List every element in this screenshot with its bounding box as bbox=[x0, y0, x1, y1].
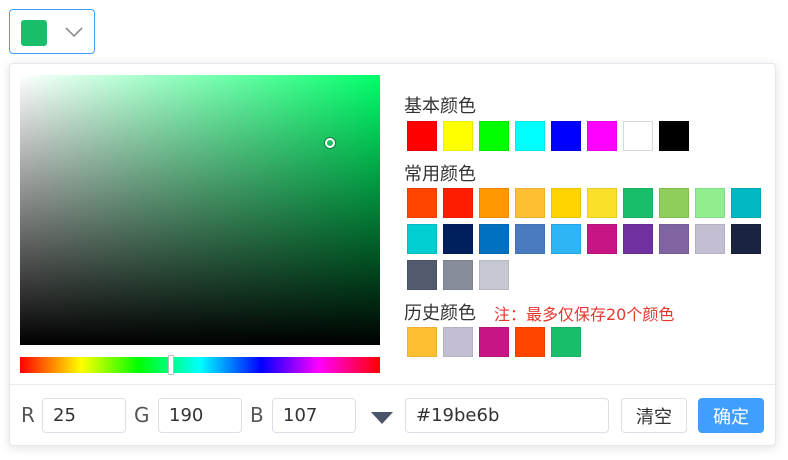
blue-channel-input[interactable] bbox=[272, 398, 356, 433]
common-color-swatch[interactable] bbox=[659, 224, 689, 254]
saturation-value-area[interactable] bbox=[20, 75, 380, 345]
confirm-button[interactable]: 确定 bbox=[698, 398, 764, 433]
common-color-swatch[interactable] bbox=[443, 224, 473, 254]
common-color-swatch[interactable] bbox=[407, 260, 437, 290]
common-color-swatch[interactable] bbox=[623, 188, 653, 218]
common-color-swatch[interactable] bbox=[407, 224, 437, 254]
basic-color-swatch[interactable] bbox=[587, 121, 617, 151]
history-note: 注：最多仅保存20个颜色 bbox=[494, 305, 675, 324]
basic-color-swatch[interactable] bbox=[479, 121, 509, 151]
common-color-swatch[interactable] bbox=[551, 224, 581, 254]
common-color-swatch[interactable] bbox=[695, 224, 725, 254]
color-picker-panel: 基本颜色 常用颜色 历史颜色 注：最多仅保存20个颜色 R G B 清空 确定 bbox=[9, 63, 776, 446]
history-colors-title: 历史颜色 bbox=[404, 303, 476, 324]
clear-button[interactable]: 清空 bbox=[621, 398, 687, 433]
chevron-down-icon bbox=[65, 27, 83, 38]
common-color-swatch[interactable] bbox=[623, 224, 653, 254]
basic-colors-title: 基本颜色 bbox=[404, 96, 476, 117]
history-color-swatch[interactable] bbox=[515, 327, 545, 357]
common-color-swatch[interactable] bbox=[479, 188, 509, 218]
blue-channel-label: B bbox=[250, 403, 264, 427]
basic-color-swatch[interactable] bbox=[659, 121, 689, 151]
hex-color-input[interactable] bbox=[405, 398, 609, 433]
common-color-swatch[interactable] bbox=[731, 224, 761, 254]
common-color-swatch[interactable] bbox=[515, 224, 545, 254]
common-color-swatch[interactable] bbox=[659, 188, 689, 218]
green-channel-label: G bbox=[134, 403, 150, 427]
hue-slider-handle[interactable] bbox=[168, 355, 174, 375]
common-color-swatch[interactable] bbox=[443, 188, 473, 218]
red-channel-label: R bbox=[21, 403, 35, 427]
common-color-swatch[interactable] bbox=[515, 188, 545, 218]
common-color-swatch[interactable] bbox=[443, 260, 473, 290]
green-channel-input[interactable] bbox=[158, 398, 242, 433]
history-color-swatch[interactable] bbox=[443, 327, 473, 357]
basic-color-swatch[interactable] bbox=[443, 121, 473, 151]
saturation-value-cursor[interactable] bbox=[325, 138, 335, 148]
basic-color-swatch[interactable] bbox=[623, 121, 653, 151]
common-color-swatch[interactable] bbox=[731, 188, 761, 218]
color-picker-trigger[interactable] bbox=[9, 9, 95, 54]
history-color-swatch[interactable] bbox=[479, 327, 509, 357]
basic-color-swatch[interactable] bbox=[515, 121, 545, 151]
value-gradient bbox=[20, 75, 380, 345]
common-color-swatch[interactable] bbox=[695, 188, 725, 218]
common-color-swatch[interactable] bbox=[587, 188, 617, 218]
hue-slider[interactable] bbox=[20, 355, 380, 375]
basic-color-swatch[interactable] bbox=[407, 121, 437, 151]
common-color-swatch[interactable] bbox=[479, 224, 509, 254]
common-colors-title: 常用颜色 bbox=[404, 164, 476, 185]
common-color-swatch[interactable] bbox=[479, 260, 509, 290]
common-color-swatch[interactable] bbox=[551, 188, 581, 218]
red-channel-input[interactable] bbox=[42, 398, 126, 433]
basic-color-swatch[interactable] bbox=[551, 121, 581, 151]
current-color-swatch bbox=[21, 20, 47, 46]
history-color-swatch[interactable] bbox=[407, 327, 437, 357]
common-color-swatch[interactable] bbox=[587, 224, 617, 254]
footer-divider bbox=[10, 384, 775, 385]
common-color-swatch[interactable] bbox=[407, 188, 437, 218]
caret-down-icon[interactable] bbox=[370, 410, 394, 426]
history-color-swatch[interactable] bbox=[551, 327, 581, 357]
